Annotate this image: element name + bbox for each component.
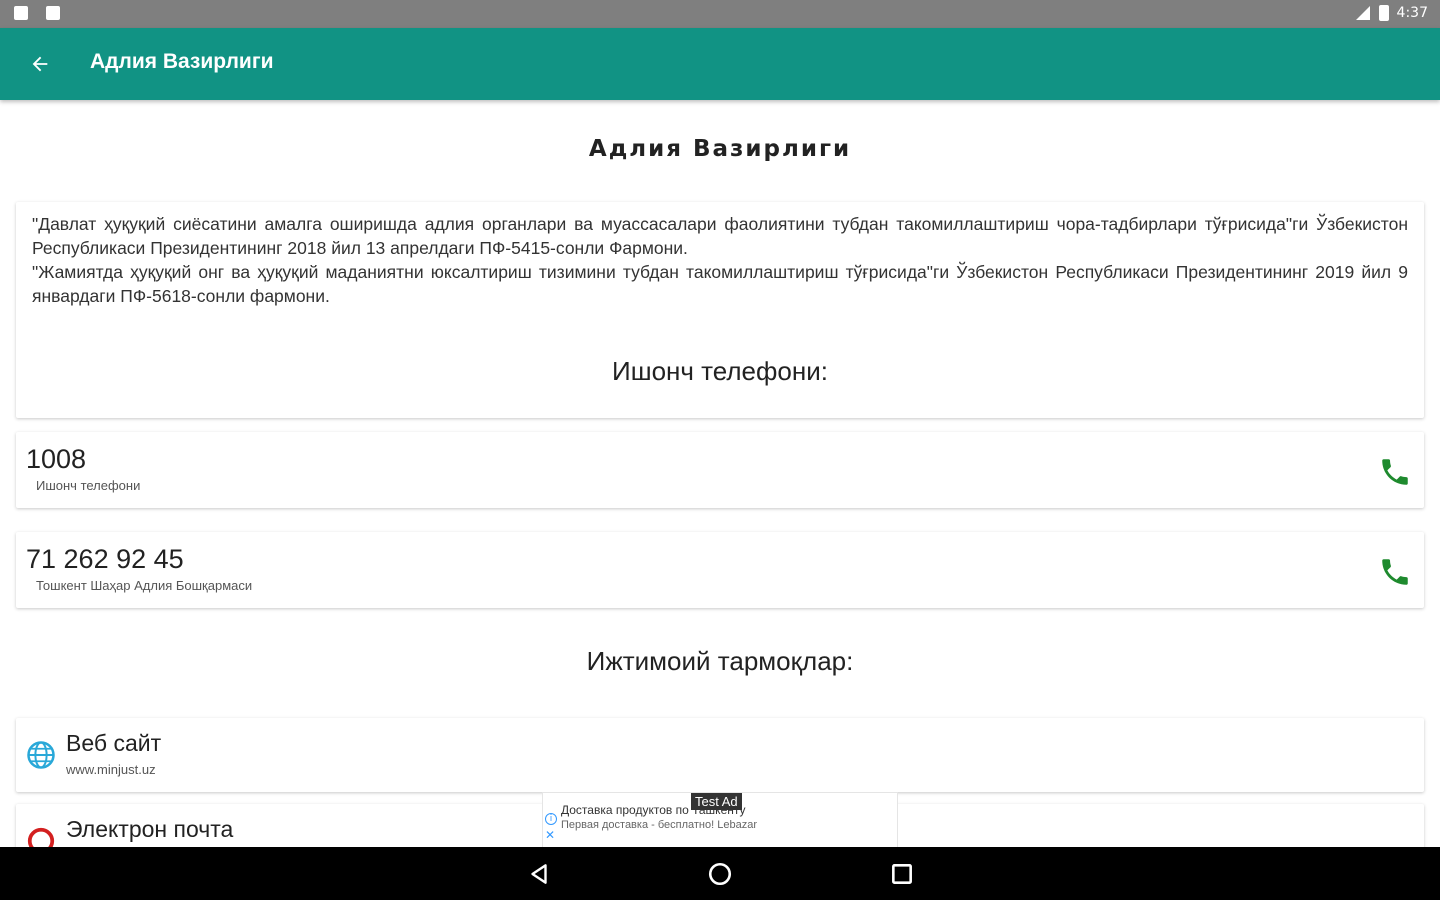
ad-banner[interactable]: Доставка продуктов по Ташкенту Первая до… bbox=[542, 792, 898, 847]
phone-label: Ишонч телефони bbox=[36, 478, 141, 493]
status-bar: 4:37 bbox=[0, 0, 1440, 28]
email-icon bbox=[27, 827, 55, 847]
status-notifications bbox=[14, 6, 60, 20]
nav-home-icon[interactable] bbox=[707, 861, 733, 887]
nav-recents-icon[interactable] bbox=[889, 861, 915, 887]
close-icon[interactable]: ✕ bbox=[545, 829, 555, 841]
social-sub: www.minjust.uz bbox=[66, 762, 156, 777]
status-time: 4:37 bbox=[1396, 5, 1428, 21]
ad-subline: Первая доставка - бесплатно! Lebazar bbox=[561, 819, 757, 831]
notification-icon bbox=[14, 6, 28, 20]
globe-icon bbox=[27, 741, 55, 769]
info-icon[interactable]: i bbox=[545, 813, 557, 825]
navigation-bar bbox=[0, 847, 1440, 900]
social-label: Веб сайт bbox=[66, 730, 162, 756]
nav-back-icon[interactable] bbox=[526, 861, 552, 887]
test-ad-badge: Test Ad bbox=[691, 793, 742, 810]
app-title: Адлия Вазирлиги bbox=[90, 50, 274, 73]
social-label: Электрон почта bbox=[66, 816, 234, 842]
notification-icon bbox=[46, 6, 60, 20]
phone-label: Тошкент Шаҳар Адлия Бошқармаси bbox=[36, 578, 253, 593]
description-text: "Давлат ҳуқуқий сиёсатини амалга оширишд… bbox=[32, 214, 1408, 306]
social-title: Ижтимоий тармоқлар: bbox=[586, 646, 854, 676]
social-item-website[interactable]: Веб сайт www.minjust.uz bbox=[16, 718, 1424, 792]
signal-icon bbox=[1355, 6, 1370, 20]
hotline-title: Ишонч телефони: bbox=[612, 356, 828, 386]
page-title: Адлия Вазирлиги bbox=[588, 136, 852, 162]
battery-icon bbox=[1378, 5, 1389, 21]
phone-icon[interactable] bbox=[1378, 454, 1412, 490]
status-indicators: 4:37 bbox=[1355, 5, 1428, 21]
content-scroll[interactable]: Адлия Вазирлиги "Давлат ҳуқуқий сиёсатин… bbox=[0, 100, 1440, 847]
app-bar: Адлия Вазирлиги bbox=[0, 28, 1440, 100]
phone-item[interactable]: 1008 Ишонч телефони bbox=[16, 432, 1424, 508]
arrow-left-icon bbox=[32, 56, 48, 72]
back-button[interactable] bbox=[22, 46, 58, 82]
phone-number: 71 262 92 45 bbox=[26, 544, 184, 574]
phone-number: 1008 bbox=[26, 444, 87, 474]
phone-item[interactable]: 71 262 92 45 Тошкент Шаҳар Адлия Бошқарм… bbox=[16, 532, 1424, 608]
phone-icon[interactable] bbox=[1378, 554, 1412, 590]
